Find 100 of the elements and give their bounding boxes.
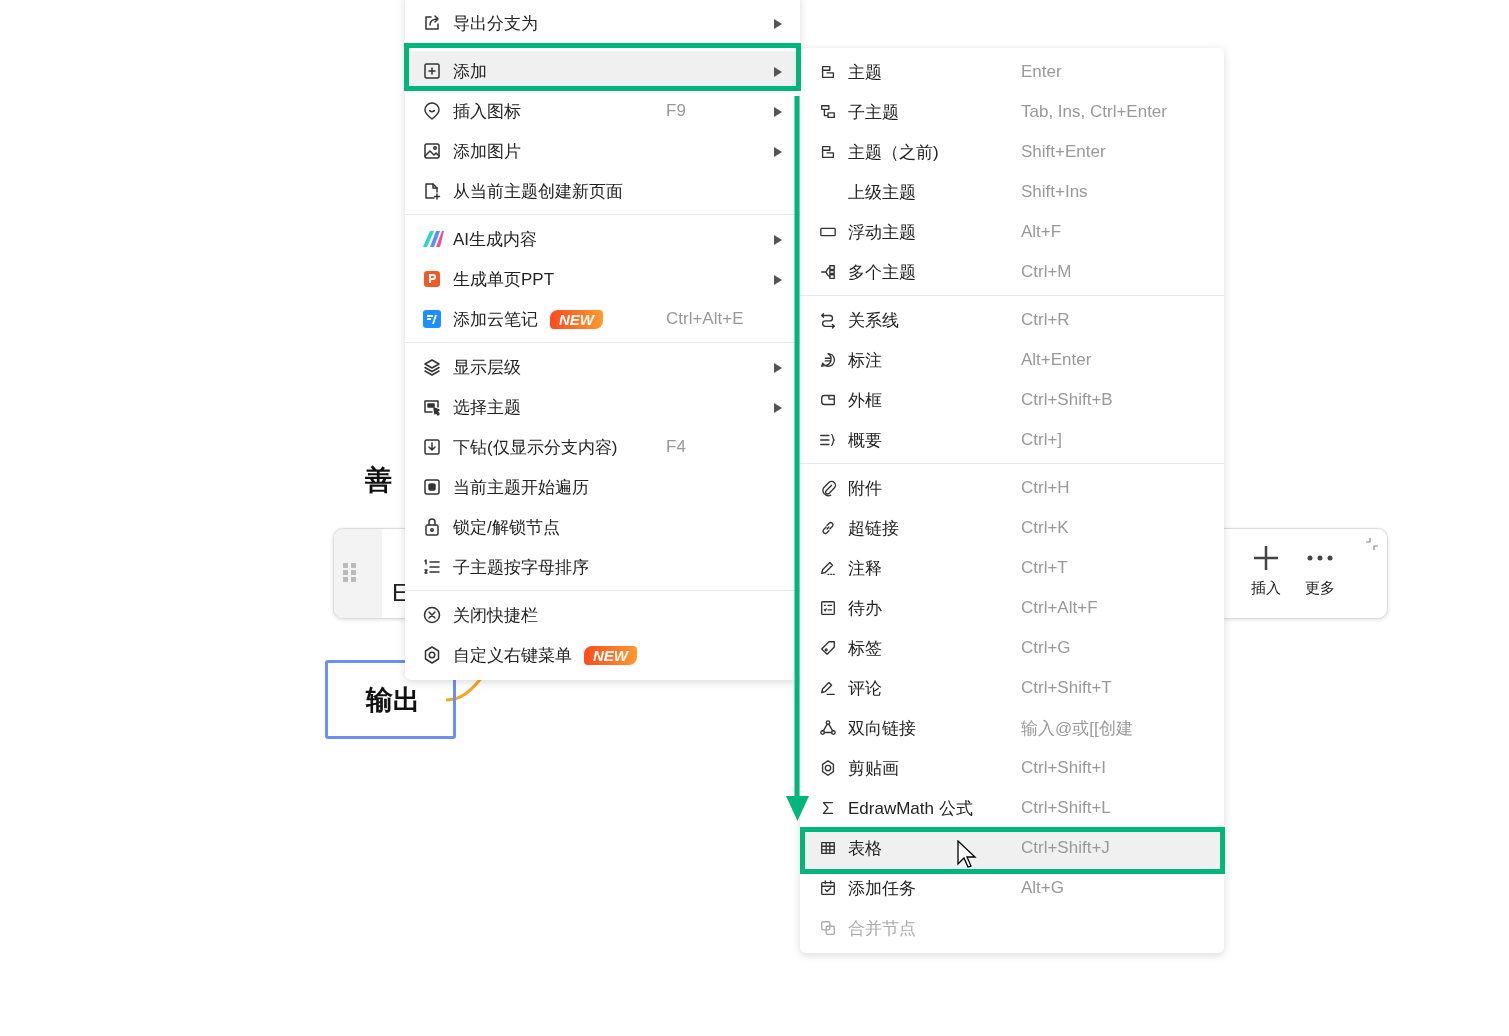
drill-down-icon [422,437,442,457]
cursor-icon [957,840,977,870]
menu-item[interactable]: 子主题 Tab, Ins, Ctrl+Enter [800,92,1224,132]
target-square-icon [422,477,442,497]
grip-icon [343,563,357,583]
shortcut-label: Ctrl+Alt+F [1021,598,1098,618]
shortcut-label: Ctrl+Shift+T [1021,678,1112,698]
link-icon [819,519,837,537]
menu-item[interactable]: 多个主题 Ctrl+M [800,252,1224,292]
settings-icon [422,645,442,665]
lock-icon [422,517,442,537]
submenu-arrow-icon [774,235,782,245]
paperclip-icon [819,479,837,497]
subtopic-icon [819,103,837,121]
todo-icon [819,599,837,617]
shortcut-label: Ctrl+Shift+J [1021,838,1110,858]
sort-list-icon [422,557,442,577]
menu-item[interactable]: 插入图标 F9 [405,91,800,131]
menu-item[interactable]: 添加图片 [405,131,800,171]
menu-item[interactable]: 添加云笔记 NEW Ctrl+Alt+E [405,299,800,339]
submenu-arrow-icon [774,363,782,373]
table-icon [819,839,837,857]
topic-before-icon [819,143,837,161]
smiley-pin-icon [422,101,442,121]
topic-icon [819,63,837,81]
shortcut-label: Tab, Ins, Ctrl+Enter [1021,102,1167,122]
shortcut-label: Ctrl+R [1021,310,1070,330]
menu-item[interactable]: 从当前主题创建新页面 [405,171,800,211]
shortcut-label: Ctrl+] [1021,430,1063,450]
menu-item[interactable]: 生成单页PPT [405,259,800,299]
menu-item[interactable]: 外框 Ctrl+Shift+B [800,380,1224,420]
nodes-icon [819,719,837,737]
select-icon [422,397,442,417]
topic-title: 善 [365,464,392,497]
shortcut-label: Ctrl+T [1021,558,1068,578]
menu-item[interactable]: 锁定/解锁节点 [405,507,800,547]
shortcut-label: 输入@或[[创建 [1021,717,1133,740]
new-page-icon [422,181,442,201]
menu-item[interactable]: 关闭快捷栏 [405,595,800,635]
menu-item[interactable]: 超链接 Ctrl+K [800,508,1224,548]
ai-logo-icon [422,229,444,249]
multi-topic-icon [819,263,837,281]
menu-item[interactable]: 当前主题开始遍历 [405,467,800,507]
menu-item[interactable]: 显示层级 [405,347,800,387]
shortcut-label: Ctrl+M [1021,262,1072,282]
merge-icon [819,919,837,937]
new-badge: NEW [550,309,603,329]
menu-item[interactable]: 标签 Ctrl+G [800,628,1224,668]
shortcut-label: Alt+G [1021,878,1064,898]
menu-item[interactable]: 关系线 Ctrl+R [800,300,1224,340]
menu-item[interactable]: 导出分支为 [405,3,800,43]
submenu-arrow-icon [774,275,782,285]
new-badge: NEW [584,645,637,665]
menu-item[interactable]: 下钻(仅显示分支内容) F4 [405,427,800,467]
shortcut-label: F4 [666,437,686,457]
shortcut-label: Ctrl+K [1021,518,1069,538]
summary-icon [819,431,837,449]
menu-item[interactable]: 双向链接 输入@或[[创建 [800,708,1224,748]
insert-button[interactable]: 插入 [1251,545,1281,598]
drag-handle[interactable] [334,529,382,618]
shortcut-label: Ctrl+Alt+E [666,309,744,329]
note-icon [422,309,442,329]
plus-icon [1253,545,1279,571]
submenu-arrow-icon [774,403,782,413]
image-icon [422,141,442,161]
shortcut-label: Enter [1021,62,1062,82]
menu-item[interactable]: 主题（之前) Shift+Enter [800,132,1224,172]
menu-item[interactable]: 待办 Ctrl+Alt+F [800,588,1224,628]
submenu-arrow-icon [774,67,782,77]
more-icon [1307,555,1333,561]
menu-item[interactable]: 上级主题 Shift+Ins [800,172,1224,212]
collapse-icon[interactable] [1365,537,1379,551]
relationship-line-icon [819,311,837,329]
shortcut-label: Shift+Ins [1021,182,1088,202]
menu-item[interactable]: 选择主题 [405,387,800,427]
layers-icon [422,357,442,377]
menu-item[interactable]: 标注 Alt+Enter [800,340,1224,380]
menu-item[interactable]: 剪贴画 Ctrl+Shift+I [800,748,1224,788]
menu-item[interactable]: 概要 Ctrl+] [800,420,1224,460]
comment-pencil-icon [819,679,837,697]
shortcut-label: Ctrl+Shift+I [1021,758,1107,778]
menu-item[interactable]: 注释 Ctrl+T [800,548,1224,588]
shortcut-label: Alt+Enter [1021,350,1092,370]
menu-item[interactable]: 主题 Enter [800,52,1224,92]
shortcut-label: Alt+F [1021,222,1062,242]
menu-item[interactable]: 浮动主题 Alt+F [800,212,1224,252]
submenu-arrow-icon [774,19,782,29]
menu-item[interactable]: 评论 Ctrl+Shift+T [800,668,1224,708]
menu-item[interactable]: 添加任务 Alt+G [800,868,1224,908]
menu-item[interactable]: 子主题按字母排序 [405,547,800,587]
shortcut-label: Ctrl+H [1021,478,1070,498]
tag-icon [819,639,837,657]
more-button[interactable]: 更多 [1305,545,1335,598]
menu-item[interactable]: AI生成内容 [405,219,800,259]
shortcut-label: Ctrl+Shift+B [1021,390,1113,410]
pencil-icon [819,559,837,577]
menu-item[interactable]: 附件 Ctrl+H [800,468,1224,508]
menu-item[interactable]: EdrawMath 公式 Ctrl+Shift+L [800,788,1224,828]
shortcut-label: Shift+Enter [1021,142,1106,162]
calendar-check-icon [819,879,837,897]
